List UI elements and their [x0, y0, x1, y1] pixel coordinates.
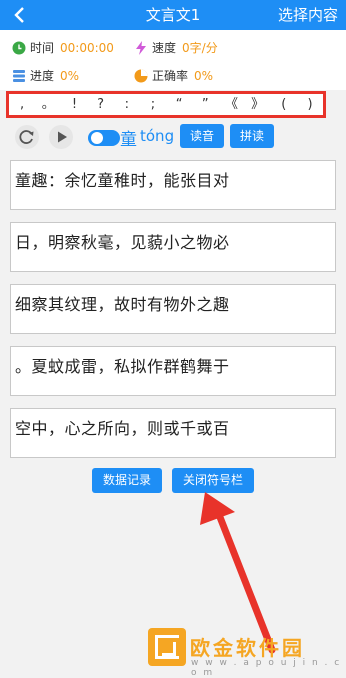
- watermark-text: 欧金软件园: [190, 636, 305, 660]
- watermark-url: w w w . a p o u j i n . c o m: [191, 658, 342, 678]
- watermark-logo-icon: [148, 628, 186, 666]
- annotation-arrow-icon: [200, 492, 276, 654]
